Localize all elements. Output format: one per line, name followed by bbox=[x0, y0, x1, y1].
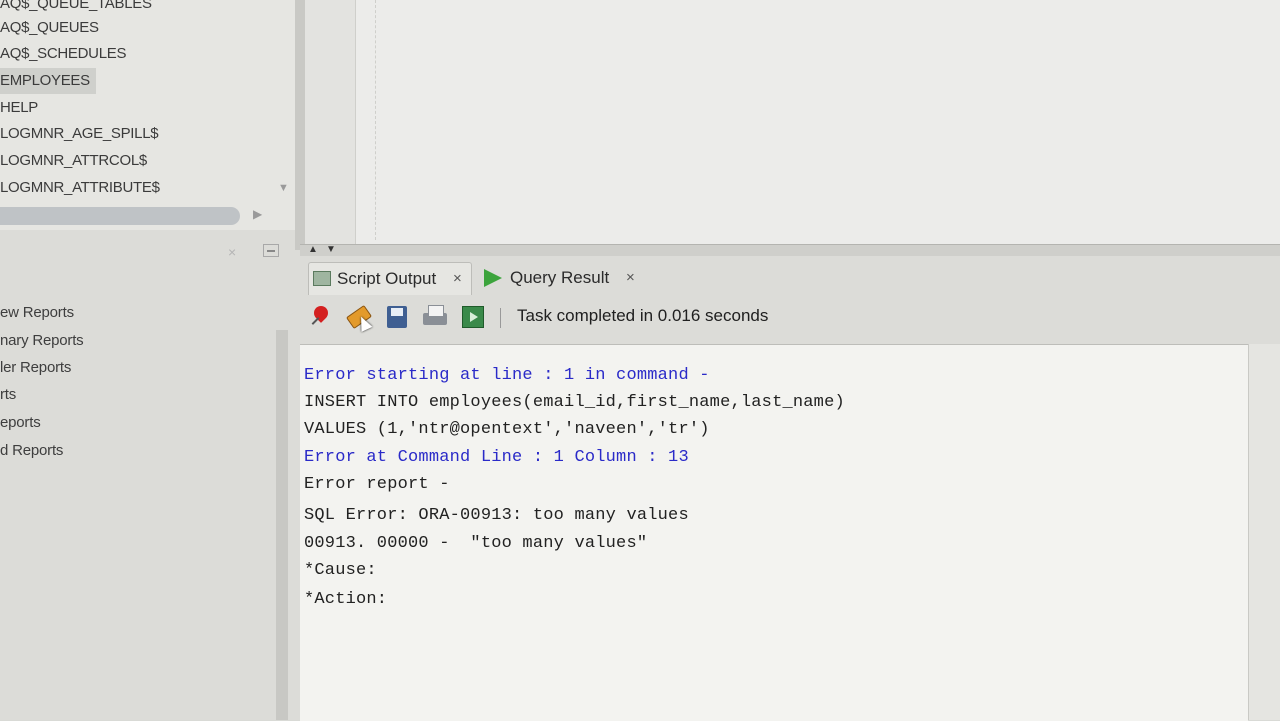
save-icon[interactable] bbox=[382, 302, 410, 330]
report-item[interactable]: ew Reports bbox=[0, 300, 74, 326]
panel-divider[interactable] bbox=[276, 330, 288, 720]
close-icon[interactable]: × bbox=[453, 263, 462, 295]
results-panel: Script Output × Query Result × Task comp… bbox=[300, 256, 1280, 721]
tree-item-help[interactable]: HELP bbox=[0, 95, 44, 121]
report-item[interactable]: d Reports bbox=[0, 438, 63, 464]
eraser-icon[interactable] bbox=[344, 302, 372, 330]
output-line: 00913. 00000 - "too many values" bbox=[304, 534, 648, 553]
output-line: *Action: bbox=[304, 590, 388, 609]
output-line: SQL Error: ORA-00913: too many values bbox=[304, 506, 689, 525]
report-item[interactable]: nary Reports bbox=[0, 328, 84, 354]
report-item[interactable]: rts bbox=[0, 382, 16, 408]
scroll-down-arrow-icon[interactable]: ▼ bbox=[278, 182, 289, 194]
collapse-down-icon[interactable]: ▼ bbox=[326, 244, 336, 255]
tab-script-output[interactable]: Script Output × bbox=[308, 262, 472, 295]
tree-item-aq-schedules[interactable]: AQ$_SCHEDULES bbox=[0, 41, 132, 67]
tree-item-logmnr-age-spill[interactable]: LOGMNR_AGE_SPILL$ bbox=[0, 121, 164, 147]
output-line: Error starting at line : 1 in command - bbox=[304, 366, 710, 385]
vertical-scrollbar[interactable] bbox=[1248, 344, 1280, 720]
scroll-right-arrow-icon[interactable]: ▶ bbox=[253, 207, 262, 221]
editor-gutter bbox=[305, 0, 356, 245]
print-icon[interactable] bbox=[420, 302, 448, 330]
output-line: Error report - bbox=[304, 475, 450, 494]
output-line: *Cause: bbox=[304, 561, 377, 580]
close-icon[interactable]: × bbox=[626, 262, 635, 294]
results-tab-bar: Script Output × Query Result × bbox=[300, 256, 1280, 298]
reports-panel-header: × bbox=[0, 238, 295, 266]
tree-item-logmnr-attrcol[interactable]: LOGMNR_ATTRCOL$ bbox=[0, 148, 153, 174]
close-icon[interactable]: × bbox=[228, 244, 236, 260]
script-output-toolbar: Task completed in 0.016 seconds bbox=[300, 298, 1280, 342]
tables-tree: AQ$_QUEUE_TABLES AQ$_QUEUES AQ$_SCHEDULE… bbox=[0, 0, 295, 230]
reports-tree: ew Reports nary Reports ler Reports rts … bbox=[0, 300, 295, 720]
editor-margin-line bbox=[375, 0, 376, 240]
minimize-icon[interactable] bbox=[263, 244, 279, 257]
report-item[interactable]: ler Reports bbox=[0, 355, 71, 381]
sql-worksheet-editor[interactable] bbox=[305, 0, 1280, 245]
play-icon bbox=[484, 269, 502, 287]
report-item[interactable]: eports bbox=[0, 410, 41, 436]
monitor-icon bbox=[313, 271, 331, 286]
tree-item-aq-queues[interactable]: AQ$_QUEUES bbox=[0, 15, 105, 41]
tab-label: Script Output bbox=[337, 269, 437, 288]
pin-icon[interactable] bbox=[308, 302, 336, 330]
toolbar-separator bbox=[500, 308, 501, 328]
script-output-text[interactable]: Error starting at line : 1 in command - … bbox=[300, 344, 1248, 721]
tab-query-result[interactable]: Query Result × bbox=[480, 262, 640, 294]
tree-item-employees[interactable]: EMPLOYEES bbox=[0, 68, 96, 94]
output-line: Error at Command Line : 1 Column : 13 bbox=[304, 448, 689, 467]
task-status: Task completed in 0.016 seconds bbox=[517, 306, 769, 325]
expand-up-icon[interactable]: ▲ bbox=[308, 244, 318, 255]
output-line: VALUES (1,'ntr@opentext','naveen','tr') bbox=[304, 420, 710, 439]
export-icon[interactable] bbox=[458, 302, 486, 330]
tree-item-logmnr-attribute[interactable]: LOGMNR_ATTRIBUTE$ bbox=[0, 175, 166, 201]
horizontal-scrollbar-thumb[interactable] bbox=[0, 207, 240, 225]
tab-label: Query Result bbox=[510, 268, 610, 287]
output-line: INSERT INTO employees(email_id,first_nam… bbox=[304, 393, 845, 412]
left-panel: AQ$_QUEUE_TABLES AQ$_QUEUES AQ$_SCHEDULE… bbox=[0, 0, 300, 720]
